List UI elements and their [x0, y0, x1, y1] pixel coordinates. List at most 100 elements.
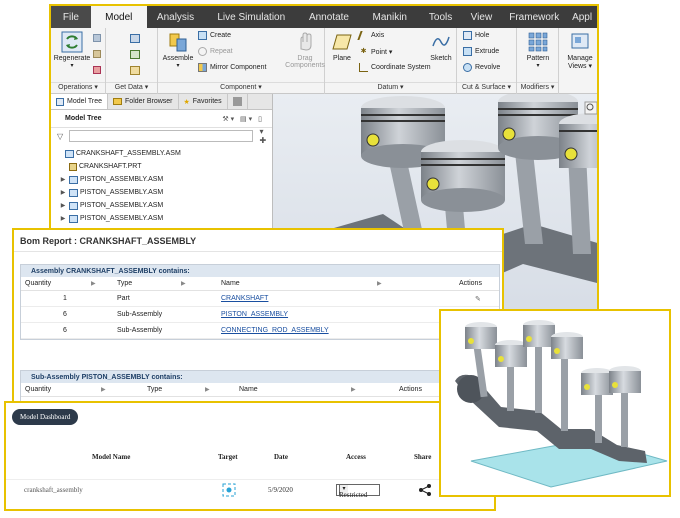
group-modifiers-label[interactable]: Modifiers ▾ [517, 82, 558, 94]
access-value: Restricted [339, 491, 368, 499]
paste-icon[interactable] [93, 50, 101, 58]
sketch-icon [432, 36, 450, 47]
expand-toggle-icon[interactable]: ▶ [59, 176, 67, 183]
extrude-button[interactable]: Extrude [463, 47, 499, 56]
delete-icon[interactable] [93, 66, 101, 74]
manage-views-label-2: Views ▾ [567, 63, 592, 70]
sort-icon[interactable]: ▶ [101, 386, 106, 393]
sketch-button[interactable]: Sketch [427, 31, 455, 62]
revolve-icon [463, 63, 472, 72]
share-icon[interactable] [418, 483, 432, 497]
tab-tools[interactable]: Tools [420, 6, 462, 28]
component-link[interactable]: CONNECTING_ROD_ASSEMBLY [221, 327, 329, 334]
group-operations-label[interactable]: Operations ▾ [51, 82, 105, 94]
tree-node[interactable]: ▶ PISTON_ASSEMBLY.ASM [51, 173, 272, 186]
regenerate-label: Regenerate [53, 55, 91, 62]
model-dashboard-window: Model Dashboard Model Name Target Date A… [4, 401, 496, 511]
plane-button[interactable]: Plane [329, 31, 355, 62]
bom-report-title: Bom Report : CRANKSHAFT_ASSEMBLY [14, 230, 502, 252]
tab-manikin[interactable]: Manikin [360, 6, 420, 28]
sort-icon[interactable]: ▶ [181, 280, 186, 287]
expand-toggle-icon[interactable]: ▶ [59, 189, 67, 196]
target-icon[interactable] [222, 483, 236, 497]
drag-components-button[interactable]: Drag Components [284, 31, 326, 69]
expand-toggle-icon[interactable]: ▶ [59, 215, 67, 222]
copy-geometry-icon[interactable] [130, 50, 140, 59]
assemble-button[interactable]: Assemble ▾ [160, 31, 196, 69]
tree-settings-icon[interactable]: ⚒▾ ▤▾ ▯ [222, 115, 264, 123]
regenerate-dropdown-arrow[interactable]: ▾ [53, 62, 91, 69]
axis-button[interactable]: Axis [357, 31, 384, 40]
col-type[interactable]: Type [147, 386, 162, 393]
tab-framework[interactable]: Framework [501, 6, 567, 28]
tab-analysis[interactable]: Analysis [147, 6, 205, 28]
col-target: Target [218, 453, 238, 461]
tab-layers[interactable] [228, 94, 248, 109]
group-component: Assemble ▾ Create Repeat Mirror Componen… [158, 28, 325, 94]
tree-expand-icons[interactable]: ▾ ✚ [259, 127, 272, 145]
sort-icon[interactable]: ▶ [377, 280, 382, 287]
group-datum-label[interactable]: Datum ▾ [325, 82, 456, 94]
group-component-label[interactable]: Component ▾ [158, 82, 324, 94]
view-toolbar[interactable] [584, 101, 597, 115]
tree-node[interactable]: CRANKSHAFT.PRT [51, 160, 272, 173]
col-name[interactable]: Name [239, 386, 258, 393]
tab-applications[interactable]: Appl [567, 6, 597, 28]
ribbon-tab-bar: File Model Analysis Live Simulation Anno… [51, 6, 597, 28]
group-get-data: Get Data ▾ [106, 28, 158, 94]
folder-icon [113, 98, 123, 105]
bom-column-headers: Quantity ▶ Type ▶ Name ▶ Actions [21, 277, 499, 291]
bom-report-window: Bom Report : CRANKSHAFT_ASSEMBLY Assembl… [12, 228, 504, 406]
sort-icon[interactable]: ▶ [91, 280, 96, 287]
edit-action-icon[interactable]: ✎ [475, 295, 481, 303]
group-cut-surface-label[interactable]: Cut & Surface ▾ [457, 82, 516, 94]
component-link[interactable]: CRANKSHAFT [221, 295, 268, 302]
tab-annotate[interactable]: Annotate [298, 6, 360, 28]
tree-node[interactable]: ▶ PISTON_ASSEMBLY.ASM [51, 186, 272, 199]
expand-toggle-icon[interactable]: ▶ [59, 202, 67, 209]
layers-icon [232, 97, 242, 106]
access-select[interactable]: Restricted ▾ [336, 484, 380, 499]
revolve-button[interactable]: Revolve [463, 63, 500, 72]
copy-icon[interactable] [93, 34, 101, 42]
user-defined-feature-icon[interactable] [130, 34, 140, 43]
col-access: Access [346, 453, 366, 461]
tree-node[interactable]: ▶ PISTON_ASSEMBLY.ASM [51, 212, 272, 225]
tab-favorites[interactable]: ★ Favorites [179, 94, 228, 109]
sort-icon[interactable]: ▶ [351, 386, 356, 393]
repeat-button[interactable]: Repeat [198, 47, 233, 56]
group-get-data-label[interactable]: Get Data ▾ [106, 82, 157, 94]
tab-view[interactable]: View [462, 6, 502, 28]
shrinkwrap-icon[interactable] [130, 66, 140, 75]
tab-model-tree[interactable]: Model Tree [51, 94, 109, 109]
tab-file[interactable]: File [51, 6, 91, 28]
hole-button[interactable]: Hole [463, 31, 489, 40]
tree-node[interactable]: CRANKSHAFT_ASSEMBLY.ASM [51, 147, 272, 160]
sort-icon[interactable]: ▶ [205, 386, 210, 393]
col-quantity[interactable]: Quantity [25, 280, 51, 287]
tab-model[interactable]: Model [90, 6, 147, 28]
regenerate-button[interactable]: Regenerate ▾ [53, 31, 91, 69]
tree-node-label: CRANKSHAFT_ASSEMBLY.ASM [76, 150, 181, 157]
assemble-dropdown-arrow[interactable]: ▾ [160, 62, 196, 69]
col-type[interactable]: Type [117, 280, 132, 287]
filter-icon[interactable]: ▽ [57, 132, 63, 141]
coordinate-system-button[interactable]: Coordinate System [359, 63, 431, 72]
tree-node[interactable]: ▶ PISTON_ASSEMBLY.ASM [51, 199, 272, 212]
create-icon [198, 31, 207, 40]
create-button[interactable]: Create [198, 31, 231, 40]
tree-search-input[interactable] [69, 130, 254, 142]
tab-folder-browser[interactable]: Folder Browser [108, 94, 179, 109]
component-link[interactable]: PISTON_ASSEMBLY [221, 311, 288, 318]
col-quantity[interactable]: Quantity [25, 386, 51, 393]
point-button[interactable]: ✱ Point ▾ [359, 47, 393, 56]
bom-section-heading: Assembly CRANKSHAFT_ASSEMBLY contains: [21, 265, 499, 277]
assemble-icon [169, 33, 187, 52]
pattern-button[interactable]: Pattern ▾ [521, 31, 555, 69]
pattern-dropdown-arrow[interactable]: ▾ [521, 62, 555, 69]
tree-filter-row: ▽ ▾ ✚ [51, 127, 272, 145]
col-name[interactable]: Name [221, 280, 240, 287]
tab-live-simulation[interactable]: Live Simulation [204, 6, 298, 28]
manage-views-button[interactable]: Manage Views ▾ [563, 31, 597, 70]
mirror-component-button[interactable]: Mirror Component [198, 63, 266, 72]
